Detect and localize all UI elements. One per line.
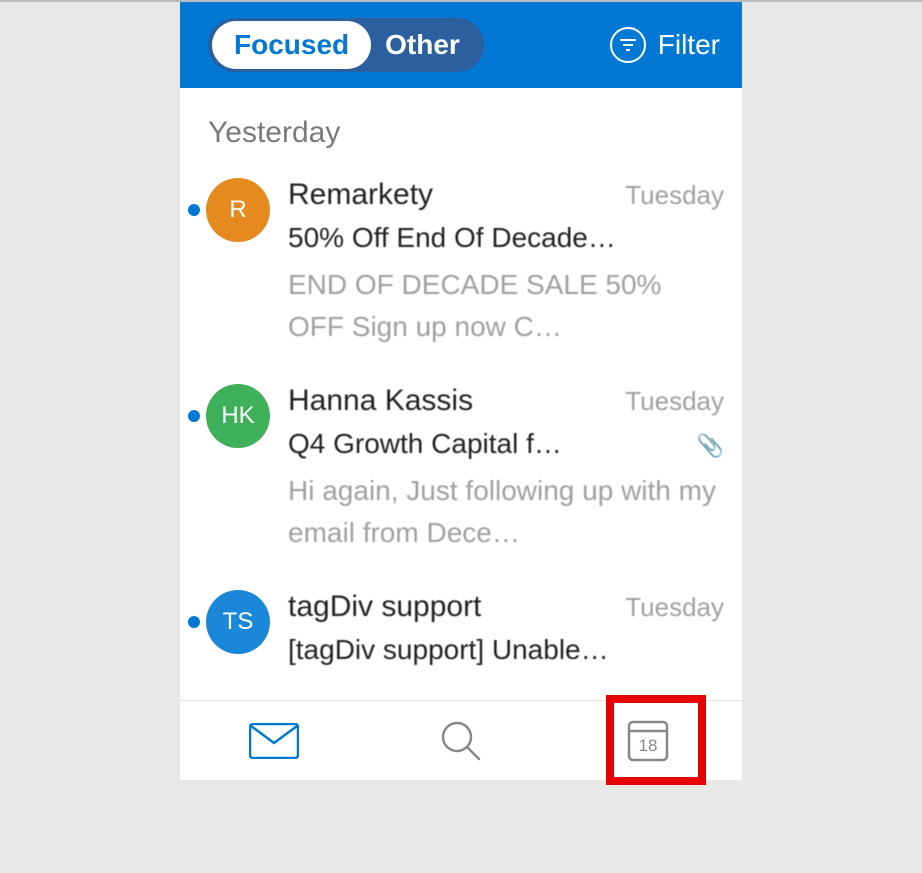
nav-mail-button[interactable] xyxy=(234,711,314,771)
top-toolbar: Focused Other Filter xyxy=(180,2,742,88)
unread-indicator-icon xyxy=(188,204,200,216)
bottom-navigation: 18 xyxy=(180,700,742,780)
section-header-yesterday: Yesterday xyxy=(180,88,742,160)
filter-label: Filter xyxy=(658,29,720,61)
filter-button[interactable]: Filter xyxy=(610,27,720,63)
email-timestamp: Tuesday xyxy=(625,386,724,417)
email-timestamp: Tuesday xyxy=(625,592,724,623)
unread-indicator-icon xyxy=(188,616,200,628)
email-sender: Hanna Kassis xyxy=(288,384,473,418)
unread-indicator-icon xyxy=(188,410,200,422)
email-subject: Q4 Growth Capital f… xyxy=(288,428,562,460)
avatar: R xyxy=(206,178,270,242)
tab-focused[interactable]: Focused xyxy=(212,21,371,69)
email-subject: [tagDiv support] Unable… xyxy=(288,634,724,666)
attachment-icon: 📎 xyxy=(697,433,724,459)
email-list[interactable]: R Remarkety Tuesday 50% Off End Of Decad… xyxy=(180,160,742,700)
nav-search-button[interactable] xyxy=(421,711,501,771)
nav-calendar-button[interactable]: 18 xyxy=(608,711,688,771)
avatar: HK xyxy=(206,384,270,448)
email-content: Remarkety Tuesday 50% Off End Of Decade…… xyxy=(288,178,724,348)
email-preview: END OF DECADE SALE 50% OFF Sign up now C… xyxy=(288,264,724,348)
avatar: TS xyxy=(206,590,270,654)
email-timestamp: Tuesday xyxy=(625,180,724,211)
email-item[interactable]: HK Hanna Kassis Tuesday Q4 Growth Capita… xyxy=(180,366,742,572)
email-sender: Remarkety xyxy=(288,178,433,212)
email-content: Hanna Kassis Tuesday Q4 Growth Capital f… xyxy=(288,384,724,554)
email-item[interactable]: TS tagDiv support Tuesday [tagDiv suppor… xyxy=(180,572,742,684)
svg-text:18: 18 xyxy=(639,736,658,755)
calendar-icon: 18 xyxy=(626,719,670,763)
mail-icon xyxy=(249,723,299,759)
tab-other[interactable]: Other xyxy=(371,21,480,69)
email-subject: 50% Off End Of Decade… xyxy=(288,222,724,254)
email-preview: Hi again, Just following up with my emai… xyxy=(288,470,724,554)
filter-icon xyxy=(610,27,646,63)
inbox-tab-switcher: Focused Other xyxy=(208,18,484,72)
email-item[interactable]: R Remarkety Tuesday 50% Off End Of Decad… xyxy=(180,160,742,366)
outlook-mobile-frame: Focused Other Filter Yesterday R Remarke… xyxy=(180,2,742,780)
email-sender: tagDiv support xyxy=(288,590,481,624)
search-icon xyxy=(440,720,482,762)
email-content: tagDiv support Tuesday [tagDiv support] … xyxy=(288,590,724,666)
